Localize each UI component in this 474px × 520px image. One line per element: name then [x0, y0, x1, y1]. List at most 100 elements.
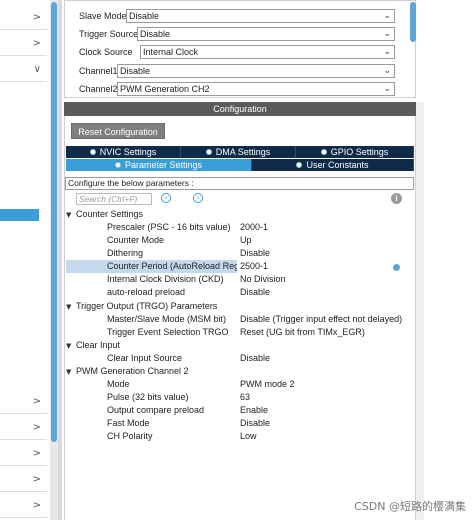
tab-nvic-settings[interactable]: NVIC Settings	[66, 146, 181, 158]
param-row[interactable]: Mode PWM mode 2	[66, 378, 406, 391]
chevron-right-icon: >	[32, 12, 41, 23]
param-name: auto-reload preload	[107, 287, 186, 297]
group-pwm-channel-2[interactable]: ▼ PWM Generation Channel 2	[66, 365, 189, 378]
param-name: Mode	[107, 379, 130, 389]
mode-label: Trigger Source	[79, 29, 139, 39]
param-row[interactable]: Clear Input Source Disable	[66, 352, 406, 365]
group-counter-settings[interactable]: ▼ Counter Settings	[66, 208, 143, 221]
group-clear-input[interactable]: ▼ Clear Input	[66, 339, 120, 352]
chevron-right-icon: >	[32, 500, 41, 511]
mode-row-channel2: Channel2 PWM Generation CH2 ⌄	[65, 82, 395, 97]
left-panel-row[interactable]: >	[0, 390, 47, 414]
param-row[interactable]: Counter Mode Up	[66, 234, 406, 247]
left-panel-row[interactable]: >	[0, 468, 47, 492]
chevron-right-icon: >	[32, 38, 41, 49]
search-next-icon[interactable]: ›	[193, 193, 203, 203]
clock-source-select[interactable]: Internal Clock ⌄	[140, 45, 395, 59]
param-value[interactable]: Disable	[240, 417, 270, 430]
left-panel-row[interactable]: >	[0, 416, 47, 440]
param-row[interactable]: Dithering Disable	[66, 247, 406, 260]
param-row[interactable]: Internal Clock Division (CKD) No Division	[66, 273, 406, 286]
configuration-header: Configuration	[64, 102, 416, 116]
chevron-right-icon: >	[32, 474, 41, 485]
left-panel-row[interactable]: >	[0, 32, 47, 56]
chevron-down-icon: ⌄	[383, 66, 391, 76]
chevron-right-icon: >	[32, 396, 41, 407]
status-dot-icon	[320, 149, 327, 155]
search-previous-icon[interactable]: ‹	[161, 193, 171, 203]
param-name: Prescaler (PSC - 16 bits value)	[107, 222, 231, 232]
param-row[interactable]: Fast Mode Disable	[66, 417, 406, 430]
mode-label: Clock Source	[79, 47, 133, 57]
search-input[interactable]: Search (Ctrl+F)	[76, 193, 152, 205]
param-row[interactable]: Trigger Event Selection TRGO Reset (UG bi…	[66, 326, 406, 339]
chevron-down-icon: ∨	[33, 64, 41, 75]
status-dot-icon	[89, 149, 96, 155]
mode-scrollbar-thumb[interactable]	[410, 2, 416, 42]
param-name: Pulse (32 bits value)	[107, 392, 189, 402]
left-scrollbar-thumb[interactable]	[51, 2, 57, 442]
chevron-down-icon: ⌄	[383, 47, 391, 57]
param-row[interactable]: Pulse (32 bits value) 63	[66, 391, 406, 404]
channel1-select[interactable]: Disable ⌄	[117, 64, 395, 78]
param-value[interactable]: Low	[240, 430, 257, 443]
group-trigger-output[interactable]: ▼ Trigger Output (TRGO) Parameters	[66, 300, 217, 313]
channel2-select[interactable]: PWM Generation CH2 ⌄	[117, 82, 395, 96]
mode-row-trigger-source: Trigger Source Disable ⌄	[65, 27, 395, 42]
param-value[interactable]: 63	[240, 391, 250, 404]
mode-label: Channel1	[79, 66, 118, 76]
param-row[interactable]: Prescaler (PSC - 16 bits value) 2000-1	[66, 221, 406, 234]
config-scrollbar-track[interactable]	[416, 102, 424, 520]
param-row[interactable]: Output compare preload Enable	[66, 404, 406, 417]
reset-configuration-button[interactable]: Reset Configuration	[71, 123, 165, 139]
left-panel-row[interactable]: ∨	[0, 58, 47, 82]
chevron-down-icon: ⌄	[383, 29, 391, 39]
mode-row-clock-source: Clock Source Internal Clock ⌄	[65, 45, 395, 60]
param-value[interactable]: Up	[240, 234, 252, 247]
info-icon[interactable]: i	[391, 193, 402, 204]
tab-parameter-settings[interactable]: Parameter Settings	[66, 159, 252, 171]
param-name: Clear Input Source	[107, 353, 183, 363]
param-value[interactable]: Disable	[240, 247, 270, 260]
param-value[interactable]: No Division	[240, 273, 286, 286]
param-name: Output compare preload	[107, 405, 205, 415]
param-row[interactable]: CH Polarity Low	[66, 430, 406, 443]
param-name: Counter Mode	[107, 235, 165, 245]
param-value[interactable]: Reset (UG bit from TIMx_EGR)	[240, 326, 365, 339]
group-title: PWM Generation Channel 2	[76, 366, 189, 376]
tab-gpio-settings[interactable]: GPIO Settings	[296, 146, 414, 158]
chevron-right-icon: >	[32, 422, 41, 433]
select-value: PWM Generation CH2	[120, 84, 210, 94]
chevron-right-icon: >	[32, 448, 41, 459]
group-title: Counter Settings	[76, 209, 144, 219]
left-panel-row[interactable]: >	[0, 442, 47, 466]
tab-dma-settings[interactable]: DMA Settings	[181, 146, 296, 158]
status-dot-icon	[205, 149, 212, 155]
param-name: Master/Slave Mode (MSM bit)	[107, 314, 227, 324]
param-value[interactable]: Enable	[240, 404, 268, 417]
param-row-selected[interactable]: Counter Period (AutoReload Reg... 2500-1	[66, 260, 406, 273]
param-value[interactable]: Disable	[240, 352, 270, 365]
param-name: Dithering	[107, 248, 144, 258]
param-value[interactable]: Disable	[240, 286, 270, 299]
mode-label: Slave Mode	[79, 11, 127, 21]
param-row[interactable]: Master/Slave Mode (MSM bit) Disable (Trig…	[66, 313, 406, 326]
tab-label: User Constants	[306, 160, 369, 170]
left-panel-row[interactable]: >	[0, 6, 47, 30]
param-row[interactable]: auto-reload preload Disable	[66, 286, 406, 299]
slave-mode-select[interactable]: Disable ⌄	[126, 9, 395, 23]
left-panel-row[interactable]: >	[0, 494, 47, 518]
param-value[interactable]: PWM mode 2	[240, 378, 295, 391]
tab-label: Parameter Settings	[124, 160, 203, 170]
pane-divider[interactable]	[58, 0, 62, 520]
trigger-source-select[interactable]: Disable ⌄	[137, 27, 395, 41]
param-value[interactable]: 2000-1	[240, 221, 268, 234]
watermark: CSDN @短路的樱满集	[354, 500, 466, 513]
group-title: Trigger Output (TRGO) Parameters	[76, 301, 218, 311]
param-value[interactable]: 2500-1	[240, 260, 268, 273]
param-value[interactable]: Disable (Trigger input effect not delaye…	[240, 313, 402, 326]
tab-label: NVIC Settings	[99, 147, 157, 157]
left-panel-selected-item[interactable]	[0, 209, 39, 221]
chevron-down-icon: ⌄	[383, 11, 391, 21]
tab-user-constants[interactable]: User Constants	[252, 159, 414, 171]
